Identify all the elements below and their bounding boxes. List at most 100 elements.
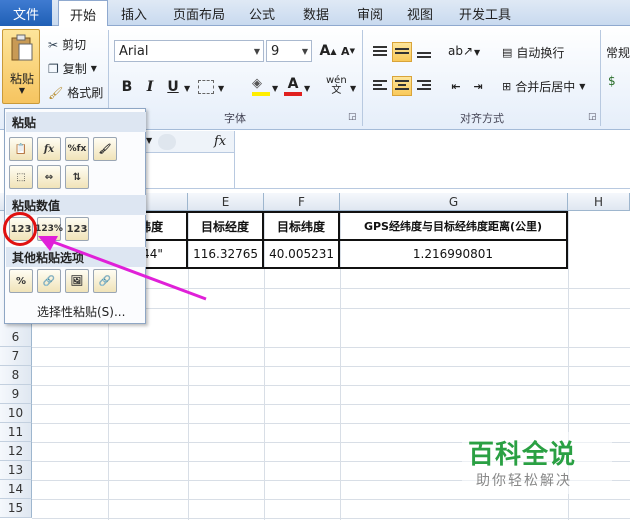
fill-color-icon[interactable]: ◈ <box>252 76 270 96</box>
merge-icon: ⊞ <box>502 80 512 93</box>
orientation-icon[interactable]: ab↗ <box>448 44 473 58</box>
increase-indent-icon[interactable]: ⇥ <box>468 76 488 96</box>
border-icon[interactable] <box>198 80 214 94</box>
tab-formulas[interactable]: 公式 <box>242 0 282 26</box>
alignment-group-label: 对齐方式 <box>460 112 504 125</box>
grid-line <box>32 499 630 500</box>
tab-insert[interactable]: 插入 <box>112 0 156 26</box>
formula-input[interactable] <box>234 131 630 189</box>
row-header[interactable]: 7 <box>0 347 32 366</box>
insert-function-icon[interactable]: fx <box>214 134 226 149</box>
paste-picture-icon[interactable]: 🖼 <box>65 269 89 293</box>
cell-f-header[interactable]: 目标纬度 <box>264 211 340 241</box>
clipboard-icon <box>11 34 33 61</box>
paste-special-menu-item[interactable]: 选择性粘贴(S)... <box>37 303 125 320</box>
paste-keep-column-width-icon[interactable]: ⇔ <box>37 165 61 189</box>
tab-data[interactable]: 数据 <box>296 0 336 26</box>
align-top-icon[interactable] <box>370 42 390 62</box>
row-header[interactable]: 15 <box>0 499 32 518</box>
chevron-down-icon: ▼ <box>90 64 97 73</box>
shrink-font-icon[interactable]: A ▼ <box>338 41 358 61</box>
bold-icon[interactable]: B <box>117 77 137 97</box>
tab-developer[interactable]: 开发工具 <box>452 0 518 26</box>
underline-icon[interactable]: U <box>163 77 183 97</box>
align-middle-icon[interactable] <box>392 42 412 62</box>
row-header[interactable]: 10 <box>0 404 32 423</box>
chevron-down-icon[interactable]: ▼ <box>146 136 152 145</box>
chevron-down-icon[interactable]: ▼ <box>184 84 190 93</box>
column-header-f[interactable]: F <box>264 193 340 211</box>
font-name-combo[interactable]: Arial ▼ <box>114 40 264 62</box>
paste-button[interactable]: 粘贴 ▼ <box>2 29 40 104</box>
font-name-value: Arial <box>119 43 149 59</box>
column-header-e[interactable]: E <box>188 193 264 211</box>
column-header-g[interactable]: G <box>340 193 568 211</box>
paste-formulas-number-format-icon[interactable]: %fx <box>65 137 89 161</box>
watermark-title: 百科全说 <box>468 440 577 470</box>
font-group-label: 字体 <box>224 112 246 125</box>
paste-icon[interactable]: 📋 <box>9 137 33 161</box>
font-size-combo[interactable]: 9 ▼ <box>266 40 312 62</box>
grid-line <box>32 366 630 367</box>
tab-review[interactable]: 审阅 <box>350 0 390 26</box>
watermark-subtitle: 助你轻松解决 <box>476 473 572 489</box>
ribbon-separator <box>600 30 601 126</box>
tab-home[interactable]: 开始 <box>58 0 108 27</box>
decrease-indent-icon[interactable]: ⇤ <box>446 76 466 96</box>
merge-center-label: 合并后居中 <box>515 80 576 94</box>
cell-g-value[interactable]: 1.216990801 <box>340 241 568 269</box>
row-header[interactable]: 14 <box>0 480 32 499</box>
tab-view[interactable]: 视图 <box>400 0 440 26</box>
paste-values-source-format-icon[interactable]: 123 <box>65 217 89 241</box>
number-format-combo[interactable]: 常规 <box>606 44 630 61</box>
watermark: 百科全说 助你轻松解决 <box>462 432 612 494</box>
font-color-icon[interactable]: A <box>284 76 302 96</box>
formula-bar-handle[interactable] <box>158 134 176 150</box>
paste-formatting-icon[interactable]: % <box>9 269 33 293</box>
copy-icon: ❐ <box>48 61 59 76</box>
row-header[interactable]: 11 <box>0 423 32 442</box>
cell-g-header[interactable]: GPS经纬度与目标经纬度距离(公里) <box>340 211 568 241</box>
align-right-icon[interactable] <box>414 76 434 96</box>
tab-page-layout[interactable]: 页面布局 <box>166 0 232 26</box>
paste-linked-picture-icon[interactable]: 🔗 <box>93 269 117 293</box>
row-header[interactable]: 6 <box>0 328 32 347</box>
row-header[interactable]: 9 <box>0 385 32 404</box>
grow-font-icon[interactable]: A ▲ <box>318 41 338 61</box>
chevron-down-icon[interactable]: ▼ <box>272 84 278 93</box>
phonetic-icon[interactable]: wén 文 <box>326 76 347 96</box>
dialog-launcher-icon[interactable]: ◲ <box>348 112 357 122</box>
cell-e-value[interactable]: 116.32765 <box>188 241 264 269</box>
wrap-text-button[interactable]: ▤ 自动换行 <box>502 44 564 61</box>
row-header[interactable]: 13 <box>0 461 32 480</box>
dialog-launcher-icon[interactable]: ◲ <box>588 112 597 122</box>
merge-center-button[interactable]: ⊞ 合并后居中 ▼ <box>502 78 585 95</box>
chevron-down-icon[interactable]: ▼ <box>218 84 224 93</box>
chevron-down-icon: ▼ <box>18 86 26 95</box>
font-size-value: 9 <box>271 43 280 59</box>
chevron-down-icon[interactable]: ▼ <box>304 84 310 93</box>
chevron-down-icon[interactable]: ▼ <box>474 48 480 57</box>
tab-file[interactable]: 文件 <box>0 0 52 26</box>
copy-button[interactable]: ❐ 复制 ▼ <box>48 60 97 77</box>
paste-formulas-icon[interactable]: fx <box>37 137 61 161</box>
paste-values-number-format-icon[interactable]: 123% <box>35 217 63 241</box>
paste-link-icon[interactable]: 🔗 <box>37 269 61 293</box>
chevron-down-icon[interactable]: ▼ <box>350 84 356 93</box>
column-header-h[interactable]: H <box>568 193 630 211</box>
align-left-icon[interactable] <box>370 76 390 96</box>
align-bottom-icon[interactable] <box>414 42 434 62</box>
italic-icon[interactable]: I <box>140 77 160 97</box>
cell-f-value[interactable]: 40.005231 <box>264 241 340 269</box>
row-header[interactable]: 12 <box>0 442 32 461</box>
cut-button[interactable]: ✂ 剪切 <box>48 36 86 53</box>
row-header[interactable]: 8 <box>0 366 32 385</box>
cell-e-header[interactable]: 目标经度 <box>188 211 264 241</box>
format-painter-button[interactable]: 🖌 格式刷 <box>48 84 103 101</box>
cut-label: 剪切 <box>62 38 87 52</box>
paste-transpose-icon[interactable]: ⇅ <box>65 165 89 189</box>
align-center-icon[interactable] <box>392 76 412 96</box>
currency-icon[interactable]: $ <box>608 74 630 94</box>
paste-keep-source-format-icon[interactable]: 🖌 <box>93 137 117 161</box>
paste-no-borders-icon[interactable]: ⬚ <box>9 165 33 189</box>
